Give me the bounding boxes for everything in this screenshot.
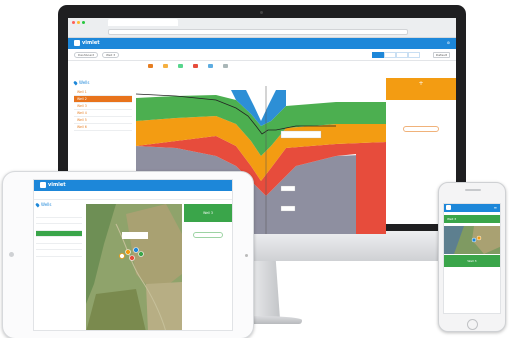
settings-icon[interactable]: ⚙ — [447, 41, 450, 45]
tablet-screen: vimlet Wells Well 3 — [33, 179, 233, 331]
minimize-icon[interactable] — [77, 21, 80, 24]
maximize-icon[interactable] — [82, 21, 85, 24]
browser-chrome — [68, 18, 456, 38]
view-option[interactable] — [408, 52, 420, 58]
sort-dropdown[interactable]: Default — [433, 52, 450, 58]
well-marker-icon[interactable] — [471, 237, 477, 243]
tablet-details-panel: Well 3 — [184, 204, 232, 249]
sidebar-item-active[interactable]: Well 2 — [74, 96, 132, 103]
address-bar[interactable] — [108, 29, 408, 35]
location-pin-icon — [35, 202, 40, 207]
tooltip-box — [280, 130, 322, 139]
well-marker-icon[interactable] — [133, 247, 139, 253]
tool-icon[interactable] — [208, 64, 213, 68]
view-option[interactable] — [372, 52, 384, 58]
sidebar-item[interactable]: Well 5 — [74, 117, 132, 124]
tooltip-box — [280, 205, 296, 212]
tool-icon[interactable] — [193, 64, 198, 68]
phone-terrain-map[interactable] — [444, 226, 501, 254]
app-header: vimlet ⚙ — [68, 38, 456, 49]
tablet-subbar — [34, 191, 232, 200]
sidebar-item[interactable]: Well 4 — [74, 110, 132, 117]
tooltip-box — [280, 185, 296, 192]
phone-screen: ≡ Well 3 Well 3 — [443, 203, 501, 314]
tool-icon[interactable] — [178, 64, 183, 68]
home-button — [9, 252, 14, 257]
sidebar-item[interactable]: Well 6 — [74, 124, 132, 131]
panel-title: Well 3 — [444, 255, 500, 267]
detail-row — [444, 271, 500, 273]
home-button — [467, 319, 478, 330]
well-marker-icon[interactable] — [138, 251, 144, 257]
add-icon: + — [418, 80, 424, 87]
panel-action-button[interactable] — [403, 126, 439, 132]
sidebar-title: Wells — [35, 202, 82, 207]
well-marker-icon[interactable] — [129, 255, 135, 261]
view-option[interactable] — [384, 52, 396, 58]
phone-app-header: ≡ — [444, 204, 500, 212]
sidebar-item[interactable] — [36, 250, 82, 257]
camera-dot — [245, 254, 248, 257]
detail-row — [184, 247, 232, 249]
window-controls — [72, 21, 85, 24]
sidebar-title-text: Wells — [79, 80, 90, 85]
add-scenario-button[interactable]: + — [386, 78, 456, 100]
wells-sidebar: Wells Well 1 Well 2 Well 3 Well 4 Well 5… — [73, 80, 132, 131]
sub-toolbar: Dashboard Well 3 Default — [68, 49, 456, 61]
detail-row — [386, 118, 456, 120]
tablet-app-header: vimlet — [34, 180, 232, 191]
sidebar-item[interactable]: Well 3 — [74, 103, 132, 110]
phone-device: ≡ Well 3 Well 3 — [438, 182, 506, 332]
app-logo[interactable]: vimlet — [40, 182, 66, 188]
close-icon[interactable] — [72, 21, 75, 24]
app-name: vimlet — [48, 182, 66, 188]
menu-icon[interactable]: ≡ — [494, 205, 497, 210]
chart-toolbar — [68, 61, 456, 71]
browser-tab[interactable] — [108, 19, 178, 26]
panel-title: Well 3 — [184, 204, 232, 222]
terrain-map[interactable] — [86, 204, 182, 331]
view-option[interactable] — [396, 52, 408, 58]
well-marker-icon[interactable] — [125, 249, 131, 255]
app-name: vimlet — [82, 40, 100, 46]
tool-icon[interactable] — [148, 64, 153, 68]
sidebar-title: Wells — [73, 80, 132, 85]
logo-mark-icon — [40, 182, 46, 188]
phone-speaker — [465, 189, 481, 191]
tablet-sidebar: Wells — [35, 202, 82, 257]
map-popup[interactable] — [122, 232, 148, 239]
header-links: ⚙ — [431, 41, 450, 45]
logo-mark-icon — [446, 205, 451, 210]
well-marker-icon[interactable] — [476, 235, 482, 241]
well-selector[interactable]: Well 3 — [102, 52, 120, 58]
detail-row — [184, 226, 232, 228]
detail-row — [386, 110, 456, 112]
sidebar-item[interactable]: Well 1 — [74, 89, 132, 96]
well-selector[interactable]: Well 3 — [444, 215, 500, 223]
view-toggle — [372, 52, 420, 58]
map-plains — [146, 282, 182, 330]
tool-icon[interactable] — [223, 64, 228, 68]
tool-icon[interactable] — [163, 64, 168, 68]
tablet-device: vimlet Wells Well 3 — [2, 171, 254, 338]
back-button[interactable]: Dashboard — [74, 52, 99, 58]
logo-mark-icon — [74, 40, 80, 46]
location-pin-icon — [73, 80, 78, 85]
sidebar-title-text: Wells — [41, 202, 52, 207]
app-logo[interactable]: vimlet — [74, 40, 100, 46]
well-marker-icon[interactable] — [119, 253, 125, 259]
camera-dot — [260, 11, 263, 14]
